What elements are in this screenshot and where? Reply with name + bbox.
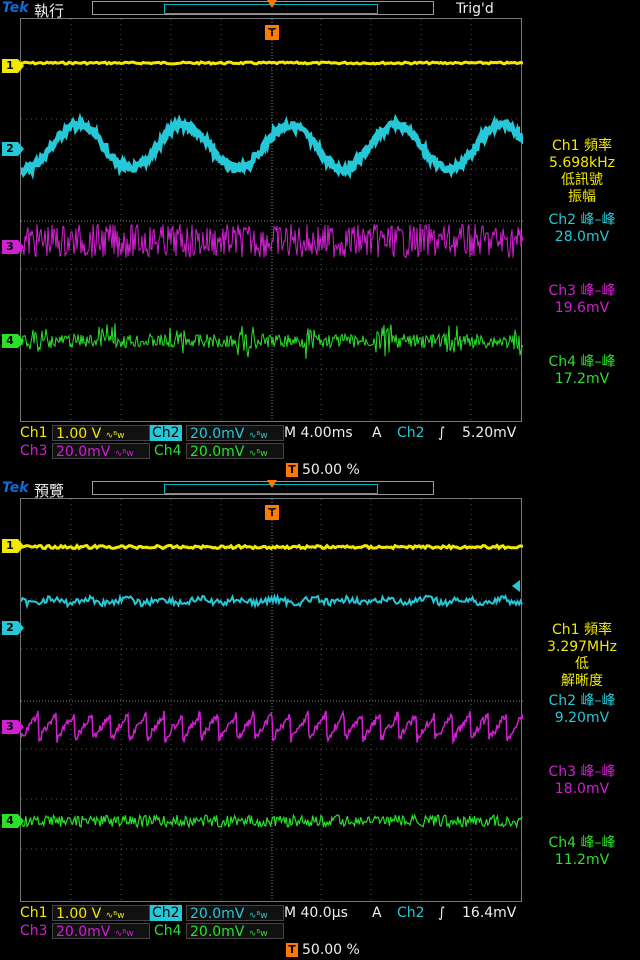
bw-limit-icon: ∿ᴮw bbox=[114, 929, 134, 939]
ch4-pk2pk-label: Ch4 峰–峰 bbox=[548, 354, 616, 370]
ch2-pk2pk-label: Ch2 峰–峰 bbox=[548, 212, 616, 228]
ch1-scale[interactable]: 1.00 V ∿ᴮw bbox=[52, 905, 150, 922]
ch1-frequency-value: 5.698kHz bbox=[548, 155, 616, 171]
ch3-pk2pk-value: 18.0mV bbox=[554, 781, 610, 797]
scope-screen-1: Tek 執行 Trig'd T 1 2 3 4 Ch1 頻率 5.698kHz … bbox=[0, 0, 640, 480]
ch2-label[interactable]: Ch2 bbox=[150, 905, 182, 921]
ch4-ground-marker[interactable]: 4 bbox=[2, 814, 24, 828]
ch1-label[interactable]: Ch1 bbox=[18, 425, 50, 441]
timebase[interactable]: M 40.0µs bbox=[284, 904, 348, 922]
top-bar: Tek 執行 Trig'd bbox=[0, 0, 640, 20]
ch3-scale[interactable]: 20.0mV ∿ᴮw bbox=[52, 443, 150, 460]
trigger-status: Trig'd bbox=[456, 1, 494, 17]
bw-limit-icon: ∿ᴮw bbox=[248, 911, 268, 921]
ch4-scale[interactable]: 20.0mV ∿ᴮw bbox=[186, 923, 284, 940]
bw-limit-icon: ∿ᴮw bbox=[248, 929, 268, 939]
bw-limit-icon: ∿ᴮw bbox=[114, 449, 134, 459]
trigger-slope-icon: ∫ bbox=[438, 905, 446, 921]
ch2-trace bbox=[21, 112, 523, 180]
ch3-pk2pk-value: 19.6mV bbox=[554, 300, 610, 316]
trigger-position[interactable]: T 50.00 % bbox=[286, 462, 360, 478]
ch4-trace bbox=[21, 813, 523, 830]
ch2-ground-marker[interactable]: 2 bbox=[2, 621, 24, 635]
waveform-graticule bbox=[20, 18, 523, 423]
ch4-pk2pk-value: 17.2mV bbox=[554, 371, 610, 387]
scope-screen-2: Tek 預覽 T 1 2 3 4 Ch1 頻率 3.297MHz 低 解晰度 C… bbox=[0, 480, 640, 960]
ch3-scale[interactable]: 20.0mV ∿ᴮw bbox=[52, 923, 150, 940]
ch1-frequency-value: 3.297MHz bbox=[546, 639, 618, 655]
brand-logo: Tek bbox=[2, 480, 29, 496]
trigger-mode: A bbox=[372, 905, 382, 921]
ch3-pk2pk-label: Ch3 峰–峰 bbox=[548, 283, 616, 299]
bw-limit-icon: ∿ᴮw bbox=[105, 431, 125, 441]
ch2-pk2pk-label: Ch2 峰–峰 bbox=[548, 693, 616, 709]
ch2-ground-marker[interactable]: 2 bbox=[2, 142, 24, 156]
status-bar: Ch1 1.00 V ∿ᴮw Ch2 20.0mV ∿ᴮw M 4.00ms A… bbox=[0, 424, 640, 480]
waveform-graticule bbox=[20, 498, 523, 903]
ch4-pk2pk-value: 11.2mV bbox=[554, 852, 610, 868]
ch1-trace bbox=[21, 60, 523, 66]
trigger-level[interactable]: 16.4mV bbox=[462, 904, 516, 922]
bw-limit-icon: ∿ᴮw bbox=[248, 431, 268, 441]
ch4-label[interactable]: Ch4 bbox=[152, 923, 184, 939]
ch2-scale[interactable]: 20.0mV ∿ᴮw bbox=[186, 905, 284, 922]
ch4-pk2pk-label: Ch4 峰–峰 bbox=[548, 835, 616, 851]
ch1-ground-marker[interactable]: 1 bbox=[2, 539, 24, 553]
trigger-mode: A bbox=[372, 425, 382, 441]
ch2-pk2pk-value: 9.20mV bbox=[554, 710, 610, 726]
ch2-pk2pk-value: 28.0mV bbox=[554, 229, 610, 245]
brand-logo: Tek bbox=[2, 0, 29, 16]
trigger-level-marker[interactable] bbox=[512, 126, 520, 138]
timebase[interactable]: M 4.00ms bbox=[284, 424, 353, 442]
ch2-scale[interactable]: 20.0mV ∿ᴮw bbox=[186, 425, 284, 442]
top-bar: Tek 預覽 bbox=[0, 480, 640, 500]
waveform-display bbox=[21, 499, 523, 903]
trigger-position-icon bbox=[267, 480, 277, 488]
ch3-trace bbox=[21, 709, 523, 746]
trigger-position[interactable]: T 50.00 % bbox=[286, 942, 360, 958]
waveform-display bbox=[21, 19, 523, 423]
ch3-ground-marker[interactable]: 3 bbox=[2, 720, 24, 734]
ch1-frequency-label: Ch1 頻率 bbox=[551, 622, 612, 638]
trigger-level-marker[interactable] bbox=[512, 580, 520, 592]
trigger-source[interactable]: Ch2 bbox=[397, 904, 425, 922]
ch1-warning-line1: 低 bbox=[575, 656, 589, 672]
ch3-ground-marker[interactable]: 3 bbox=[2, 240, 24, 254]
status-bar: Ch1 1.00 V ∿ᴮw Ch2 20.0mV ∿ᴮw M 40.0µs A… bbox=[0, 904, 640, 960]
ch2-label[interactable]: Ch2 bbox=[150, 425, 182, 441]
trigger-slope-icon: ∫ bbox=[438, 425, 446, 441]
ch4-ground-marker[interactable]: 4 bbox=[2, 334, 24, 348]
ch4-label[interactable]: Ch4 bbox=[152, 443, 184, 459]
trigger-icon: T bbox=[286, 463, 298, 477]
ch1-frequency-label: Ch1 頻率 bbox=[551, 138, 612, 154]
trigger-icon: T bbox=[286, 943, 298, 957]
ch1-ground-marker[interactable]: 1 bbox=[2, 59, 24, 73]
ch1-warning-line2: 解晰度 bbox=[561, 673, 603, 689]
ch3-label[interactable]: Ch3 bbox=[18, 443, 50, 459]
trigger-level[interactable]: 5.20mV bbox=[462, 424, 516, 442]
ch4-scale[interactable]: 20.0mV ∿ᴮw bbox=[186, 443, 284, 460]
ch1-trace bbox=[21, 543, 523, 551]
trigger-position-icon bbox=[267, 0, 277, 8]
ch3-label[interactable]: Ch3 bbox=[18, 923, 50, 939]
ch1-warning-line1: 低訊號 bbox=[561, 172, 603, 188]
bw-limit-icon: ∿ᴮw bbox=[248, 449, 268, 459]
ch1-warning-line2: 振幅 bbox=[568, 189, 596, 205]
ch1-scale[interactable]: 1.00 V ∿ᴮw bbox=[52, 425, 150, 442]
ch3-pk2pk-label: Ch3 峰–峰 bbox=[548, 764, 616, 780]
trigger-source[interactable]: Ch2 bbox=[397, 424, 425, 442]
bw-limit-icon: ∿ᴮw bbox=[105, 911, 125, 921]
ch1-label[interactable]: Ch1 bbox=[18, 905, 50, 921]
